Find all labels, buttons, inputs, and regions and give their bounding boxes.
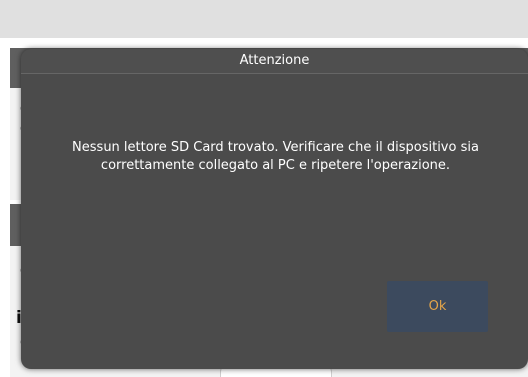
screen: c c c : i: o Attenzione Nessun lettore S… xyxy=(0,0,528,377)
top-bar xyxy=(0,0,528,38)
dialog-message: Nessun lettore SD Card trovato. Verifica… xyxy=(33,139,518,175)
warning-dialog: Attenzione Nessun lettore SD Card trovat… xyxy=(21,49,528,369)
dialog-message-line: Nessun lettore SD Card trovato. Verifica… xyxy=(72,140,479,155)
ok-button[interactable]: Ok xyxy=(387,281,488,332)
dialog-title: Attenzione xyxy=(21,49,528,74)
dialog-message-line: correttamente collegato al PC e ripetere… xyxy=(100,158,451,173)
